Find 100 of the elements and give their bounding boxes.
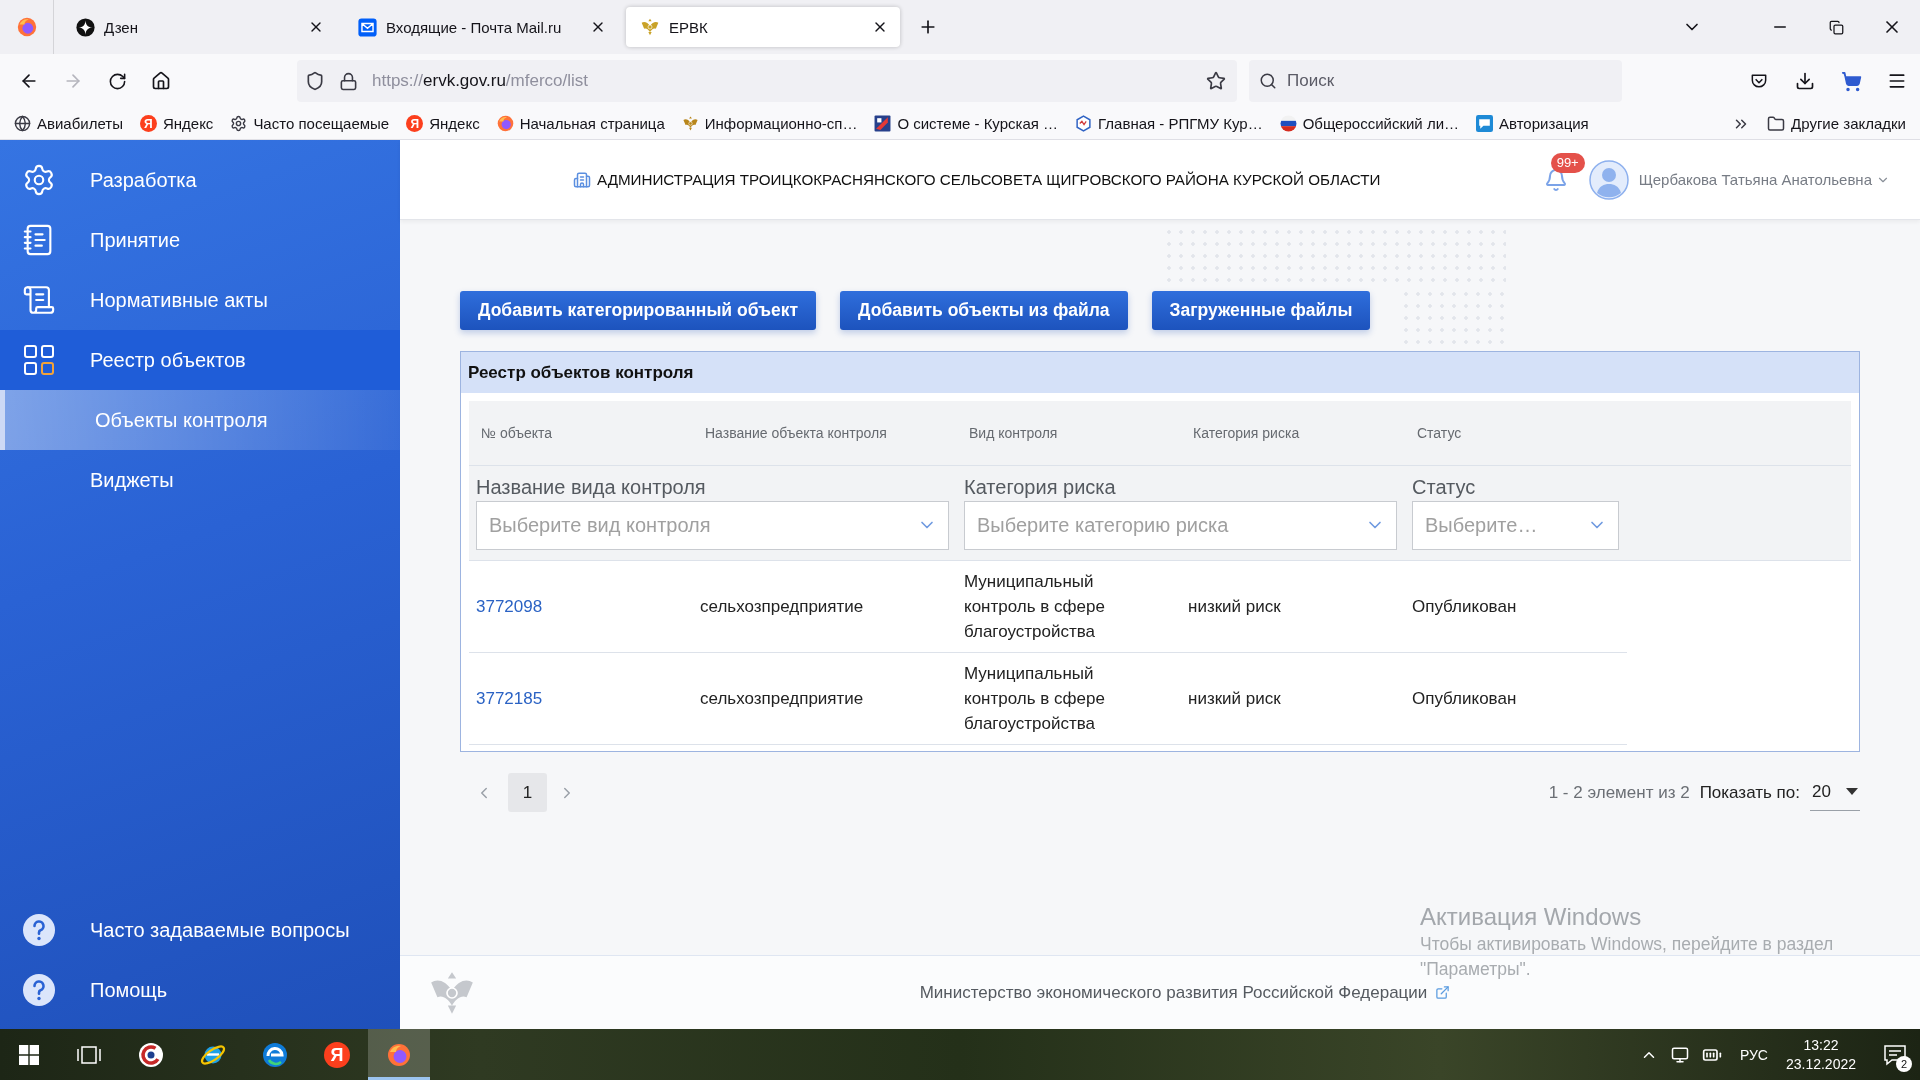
speech-bubble-icon — [1476, 115, 1493, 132]
column-header: № объекта — [480, 425, 553, 441]
column-header: Категория риска — [1192, 425, 1300, 441]
browser-logo-icon[interactable] — [387, 1042, 411, 1067]
uploaded-files-button[interactable]: Загруженные файлы — [1151, 291, 1371, 330]
table-cell-text: сельхозпредприятие — [700, 596, 864, 618]
table-cell-text: сельхозпредприятие — [700, 688, 864, 710]
search-field[interactable]: Поиск — [1249, 60, 1622, 102]
bookmark-item[interactable]: Общероссийский ли… — [1279, 115, 1459, 132]
bookmark-item[interactable]: Я Яндекс — [139, 115, 214, 132]
gear-icon — [22, 163, 56, 197]
task-view-icon[interactable] — [77, 1044, 101, 1065]
caret-down-icon — [1846, 788, 1858, 796]
pagination-summary: 1 - 2 элемент из 2 — [1548, 782, 1690, 803]
clock-date[interactable]: 23.12.2022 — [1785, 1056, 1856, 1072]
sidebar-subitem[interactable]: Объекты контроля — [0, 390, 400, 450]
sidebar-item[interactable]: Реестр объектов — [0, 330, 400, 390]
keyboard-language[interactable]: РУС — [1739, 1046, 1768, 1063]
column-header: Название объекта контроля — [704, 425, 887, 441]
bookmark-item[interactable]: Главная - РПГМУ Кур… — [1075, 115, 1263, 132]
table-cell-text: Муниципальный контроль в сфере благоустройства — [964, 663, 1106, 735]
address-field[interactable]: https://ervk.gov.ru/mferco/list — [297, 60, 1237, 102]
notification-icon[interactable] — [1883, 1042, 1907, 1067]
taskbar-app-button[interactable]: Я — [306, 1029, 368, 1080]
object-number-link[interactable]: 3772185 — [476, 688, 543, 709]
filter-label: Статус — [1412, 475, 1476, 500]
reload-icon[interactable] — [107, 71, 127, 91]
page-size-label: Показать по: — [1699, 782, 1800, 803]
emblem-icon — [681, 115, 699, 132]
shield-icon[interactable] — [305, 71, 325, 91]
object-number-link[interactable]: 3772098 — [476, 596, 543, 617]
sidebar-item[interactable]: Разработка — [0, 150, 400, 210]
download-icon[interactable] — [1795, 71, 1815, 91]
browser-logo-icon[interactable] — [16, 17, 37, 37]
bookmark-item[interactable]: Я Яндекс — [406, 115, 480, 132]
ministry-link[interactable]: Министерство экономического развития Российской Федерации — [919, 982, 1451, 1003]
bookmark-star-icon[interactable] — [1206, 71, 1226, 91]
bookmark-item[interactable]: О системе - Курская … — [874, 115, 1059, 132]
browser-logo-icon — [496, 115, 514, 132]
picture-icon — [874, 115, 892, 132]
lock-icon[interactable] — [339, 71, 358, 91]
help-icon — [22, 913, 56, 947]
emblem-icon — [640, 17, 660, 37]
ring-logo-icon[interactable] — [138, 1041, 164, 1068]
filter-label: Категория риска — [964, 475, 1116, 500]
swirl-logo-icon[interactable] — [262, 1041, 288, 1068]
table-cell-text: Опубликован — [1412, 688, 1517, 710]
table-cell-text: низкий риск — [1188, 596, 1281, 618]
page-button[interactable]: 1 — [508, 773, 547, 812]
sidebar-subitem[interactable]: Виджеты — [0, 450, 400, 510]
external-link-icon — [1435, 985, 1451, 1000]
browser-tab[interactable]: Входящие - Почта Mail.ru — [344, 7, 618, 47]
filter-label: Название вида контроля — [476, 475, 706, 500]
sidebar-item[interactable]: Принятие — [0, 210, 400, 270]
dropdown-field[interactable]: Выберите вид контроля — [476, 501, 949, 550]
search-icon — [1259, 72, 1277, 90]
restore-icon[interactable] — [1828, 19, 1844, 35]
bookmark-item[interactable]: Авторизация — [1476, 115, 1589, 132]
panel-title: Реестр объектов контроля — [461, 352, 1859, 393]
bell-icon[interactable] — [1543, 167, 1568, 192]
table-cell-text: Муниципальный контроль в сфере благоустройства — [964, 571, 1106, 643]
home-icon[interactable] — [151, 71, 171, 91]
table-cell-text: Опубликован — [1412, 596, 1517, 618]
browser-tab[interactable]: Дзен — [62, 7, 336, 47]
sidebar-item[interactable]: Часто задаваемые вопросы — [0, 900, 400, 960]
dropdown-field[interactable]: Выберите… — [1412, 501, 1619, 550]
menu-icon[interactable] — [1887, 71, 1907, 91]
grid-icon — [22, 343, 56, 377]
help-icon — [22, 973, 56, 1007]
letter-logo-icon[interactable]: Я — [324, 1041, 350, 1068]
add-object-button[interactable]: Добавить категорированный объект — [460, 291, 817, 330]
bookmark-item[interactable]: Авиабилеты — [14, 115, 123, 132]
notification-badge: 99+ — [1550, 152, 1585, 173]
table-cell-text: низкий риск — [1188, 688, 1281, 710]
letter-logo-icon: Я — [406, 115, 424, 132]
clock-time[interactable]: 13:22 — [1803, 1037, 1839, 1053]
notification-badge: 2 — [1896, 1056, 1912, 1072]
sidebar-item[interactable]: Нормативные акты — [0, 270, 400, 330]
document-icon — [22, 283, 56, 317]
windows-logo-icon[interactable] — [19, 1044, 39, 1065]
folder-icon — [1767, 114, 1786, 133]
envelope-icon — [358, 17, 377, 37]
letter-logo-icon: Я — [139, 115, 157, 132]
activation-text: Чтобы активировать Windows, перейдите в раздел "Параметры". — [1420, 933, 1835, 981]
bookmark-item[interactable]: Информационно-сп… — [681, 115, 858, 132]
bookmarks-folder[interactable]: Другие закладки — [1767, 114, 1906, 133]
network-icon[interactable] — [1670, 1045, 1689, 1064]
add-from-file-button[interactable]: Добавить объекты из файла — [840, 291, 1128, 330]
column-header: Статус — [1416, 425, 1462, 441]
browser-tab[interactable]: ЕРВК — [626, 7, 900, 47]
globe-icon — [14, 115, 31, 132]
user-name[interactable]: Щербакова Татьяна Анатольевна — [1638, 171, 1872, 188]
bookmark-item[interactable]: Начальная страница — [496, 115, 665, 132]
sidebar-item[interactable]: Помощь — [0, 960, 400, 1020]
gear-icon — [230, 115, 248, 132]
page-size-select[interactable]: 20 — [1810, 774, 1860, 811]
cart-icon[interactable] — [1840, 70, 1862, 92]
dropdown-field[interactable]: Выберите категорию риска — [964, 501, 1397, 550]
bookmark-item[interactable]: Часто посещаемые — [230, 115, 390, 132]
flag-icon — [1279, 115, 1297, 132]
